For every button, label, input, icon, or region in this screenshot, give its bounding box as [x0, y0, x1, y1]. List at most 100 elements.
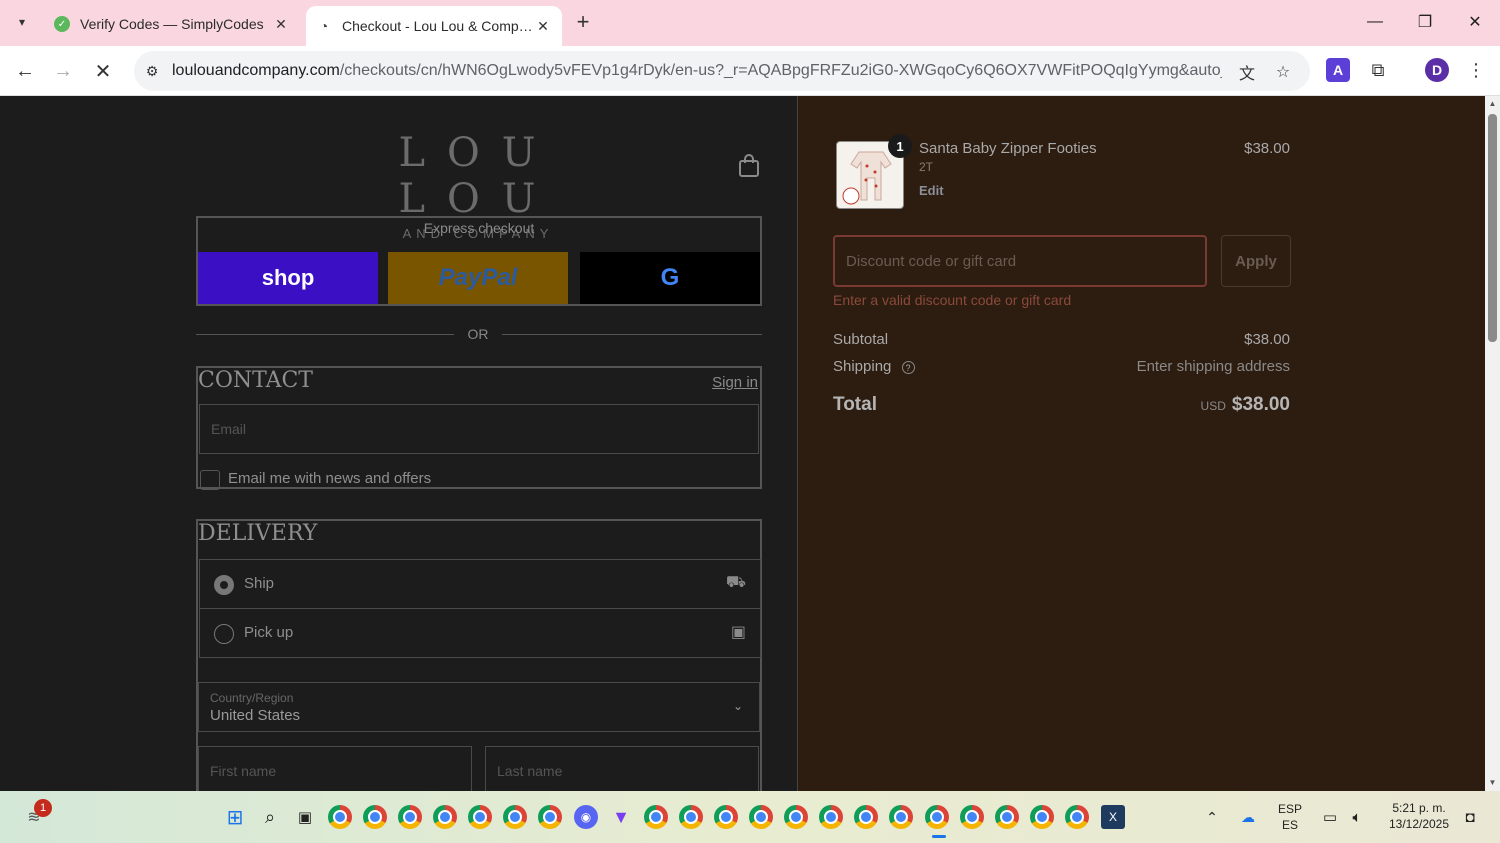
browser-menu-icon[interactable]: ⋮: [1464, 58, 1488, 82]
minimize-button[interactable]: —: [1360, 8, 1390, 36]
delivery-title: DELIVERY: [198, 521, 318, 546]
first-name-field[interactable]: First name: [198, 746, 472, 791]
tab-title: Verify Codes — SimplyCodes: [80, 16, 264, 32]
discount-input[interactable]: Discount code or gift card: [833, 235, 1207, 287]
app-taskbar-icon[interactable]: X: [1101, 805, 1125, 829]
url-text[interactable]: loulouandcompany.com/checkouts/cn/hWN6Og…: [172, 62, 1222, 80]
close-tab-icon[interactable]: ✕: [272, 16, 290, 33]
chrome-taskbar-icon[interactable]: [433, 805, 457, 829]
address-bar[interactable]: ⚙ loulouandcompany.com/checkouts/cn/hWN6…: [134, 51, 1310, 91]
language-indicator[interactable]: ESP ES: [1272, 802, 1308, 832]
newsletter-checkbox[interactable]: [200, 470, 220, 490]
page-scrollbar[interactable]: ▲ ▼: [1485, 96, 1500, 791]
shop-pay-button[interactable]: shop: [198, 252, 378, 304]
pickup-option[interactable]: Pick up ▣: [199, 608, 761, 658]
chrome-taskbar-icon[interactable]: [363, 805, 387, 829]
tab-search-button[interactable]: ▾: [8, 8, 36, 36]
start-menu-icon[interactable]: ⊞: [223, 805, 247, 829]
simplycodes-favicon-icon: ✓: [54, 16, 70, 32]
pickup-radio[interactable]: [214, 624, 234, 644]
volume-icon[interactable]: 🔈︎: [1345, 805, 1369, 829]
scroll-up-icon[interactable]: ▲: [1488, 99, 1497, 108]
contact-title: CONTACT: [198, 368, 313, 393]
tab-bar: ▾ ✓ Verify Codes — SimplyCodes ✕ ◔ Check…: [0, 0, 1500, 46]
quantity-badge: 1: [888, 134, 912, 158]
ship-label: Ship: [244, 575, 275, 592]
apply-button[interactable]: Apply: [1221, 235, 1291, 287]
clock[interactable]: 5:21 p. m. 13/12/2025: [1378, 801, 1460, 831]
contact-section: CONTACT Sign in Email Email me with news…: [196, 366, 762, 490]
chrome-taskbar-icon[interactable]: [328, 805, 352, 829]
back-button[interactable]: ←: [10, 56, 40, 86]
email-field[interactable]: Email: [199, 404, 759, 454]
chrome-taskbar-icon[interactable]: [960, 805, 984, 829]
checkout-main: LOU LOU AND COMPANY Express checkout sho…: [0, 96, 797, 791]
ship-option[interactable]: Ship ⛟: [199, 559, 761, 609]
chrome-taskbar-icon[interactable]: [714, 805, 738, 829]
country-select[interactable]: Country/Region United States ⌄: [198, 682, 760, 732]
close-window-button[interactable]: ✕: [1460, 8, 1490, 36]
extensions-puzzle-icon[interactable]: ⧉: [1366, 58, 1390, 82]
last-name-field[interactable]: Last name: [485, 746, 759, 791]
chrome-taskbar-icon[interactable]: [1030, 805, 1054, 829]
shopping-bag-icon[interactable]: [738, 154, 760, 178]
network-icon[interactable]: ▭: [1318, 805, 1342, 829]
product-variant: 2T: [919, 160, 934, 174]
notification-badge: 1: [34, 799, 52, 817]
new-tab-button[interactable]: +: [570, 9, 596, 35]
edit-product-link[interactable]: Edit: [919, 183, 944, 198]
total-value: USD $38.00: [1200, 394, 1290, 415]
tab-simplycodes[interactable]: ✓ Verify Codes — SimplyCodes ✕: [44, 6, 300, 42]
scroll-down-icon[interactable]: ▼: [1488, 778, 1497, 787]
google-icon: G: [660, 264, 680, 291]
chevron-up-icon[interactable]: ⌃: [1200, 805, 1224, 829]
translate-icon[interactable]: 文: [1236, 61, 1258, 83]
search-icon[interactable]: ⌕: [258, 805, 282, 829]
divider-right: [502, 334, 762, 335]
stop-loading-button[interactable]: ✕: [88, 56, 118, 86]
chrome-taskbar-icon[interactable]: [1065, 805, 1089, 829]
restore-button[interactable]: ❐: [1410, 8, 1440, 36]
chrome-taskbar-icon[interactable]: [749, 805, 773, 829]
chrome-taskbar-icon[interactable]: [679, 805, 703, 829]
discord-icon[interactable]: ◉: [574, 805, 598, 829]
tab-checkout[interactable]: ◔ Checkout - Lou Lou & Company ✕: [306, 6, 562, 46]
chrome-taskbar-icon[interactable]: [854, 805, 878, 829]
notification-bell-icon[interactable]: ◘: [1458, 805, 1482, 829]
or-label: OR: [467, 326, 489, 342]
chrome-taskbar-icon[interactable]: [538, 805, 562, 829]
chrome-taskbar-icon-active[interactable]: [925, 805, 949, 829]
profile-avatar[interactable]: D: [1425, 58, 1449, 82]
close-tab-icon[interactable]: ✕: [534, 18, 552, 35]
chrome-taskbar-icon[interactable]: [398, 805, 422, 829]
extension-a-icon[interactable]: A: [1326, 58, 1350, 82]
paypal-button[interactable]: PayPal: [388, 252, 568, 304]
express-checkout: Express checkout shop PayPal G: [196, 216, 762, 306]
browser-toolbar: ← → ✕ ⚙ loulouandcompany.com/checkouts/c…: [0, 46, 1500, 96]
vpn-app-icon[interactable]: ▼: [609, 805, 633, 829]
sign-in-link[interactable]: Sign in: [712, 374, 758, 391]
chrome-taskbar-icon[interactable]: [468, 805, 492, 829]
product-name: Santa Baby Zipper Footies: [919, 140, 1097, 157]
task-view-icon[interactable]: ▣: [293, 805, 317, 829]
bookmark-star-icon[interactable]: ☆: [1272, 61, 1294, 83]
tab-title: Checkout - Lou Lou & Company: [342, 18, 534, 34]
country-value: United States: [210, 707, 301, 724]
chrome-taskbar-icon[interactable]: [503, 805, 527, 829]
chrome-taskbar-icon[interactable]: [784, 805, 808, 829]
chrome-taskbar-icon[interactable]: [644, 805, 668, 829]
chrome-taskbar-icon[interactable]: [889, 805, 913, 829]
help-icon[interactable]: ?: [901, 361, 915, 374]
onedrive-icon[interactable]: ☁: [1236, 805, 1260, 829]
chrome-taskbar-icon[interactable]: [995, 805, 1019, 829]
shipping-label: Shipping ?: [833, 358, 915, 375]
scroll-thumb[interactable]: [1488, 114, 1497, 342]
ship-radio[interactable]: [214, 575, 234, 595]
chrome-taskbar-icon[interactable]: [819, 805, 843, 829]
first-name-placeholder: First name: [210, 763, 277, 779]
google-pay-button[interactable]: G: [580, 252, 760, 304]
subtotal-label: Subtotal: [833, 331, 889, 348]
forward-button[interactable]: →: [48, 56, 78, 86]
site-info-icon[interactable]: ⚙: [142, 61, 162, 81]
product-price: $38.00: [1244, 140, 1290, 157]
